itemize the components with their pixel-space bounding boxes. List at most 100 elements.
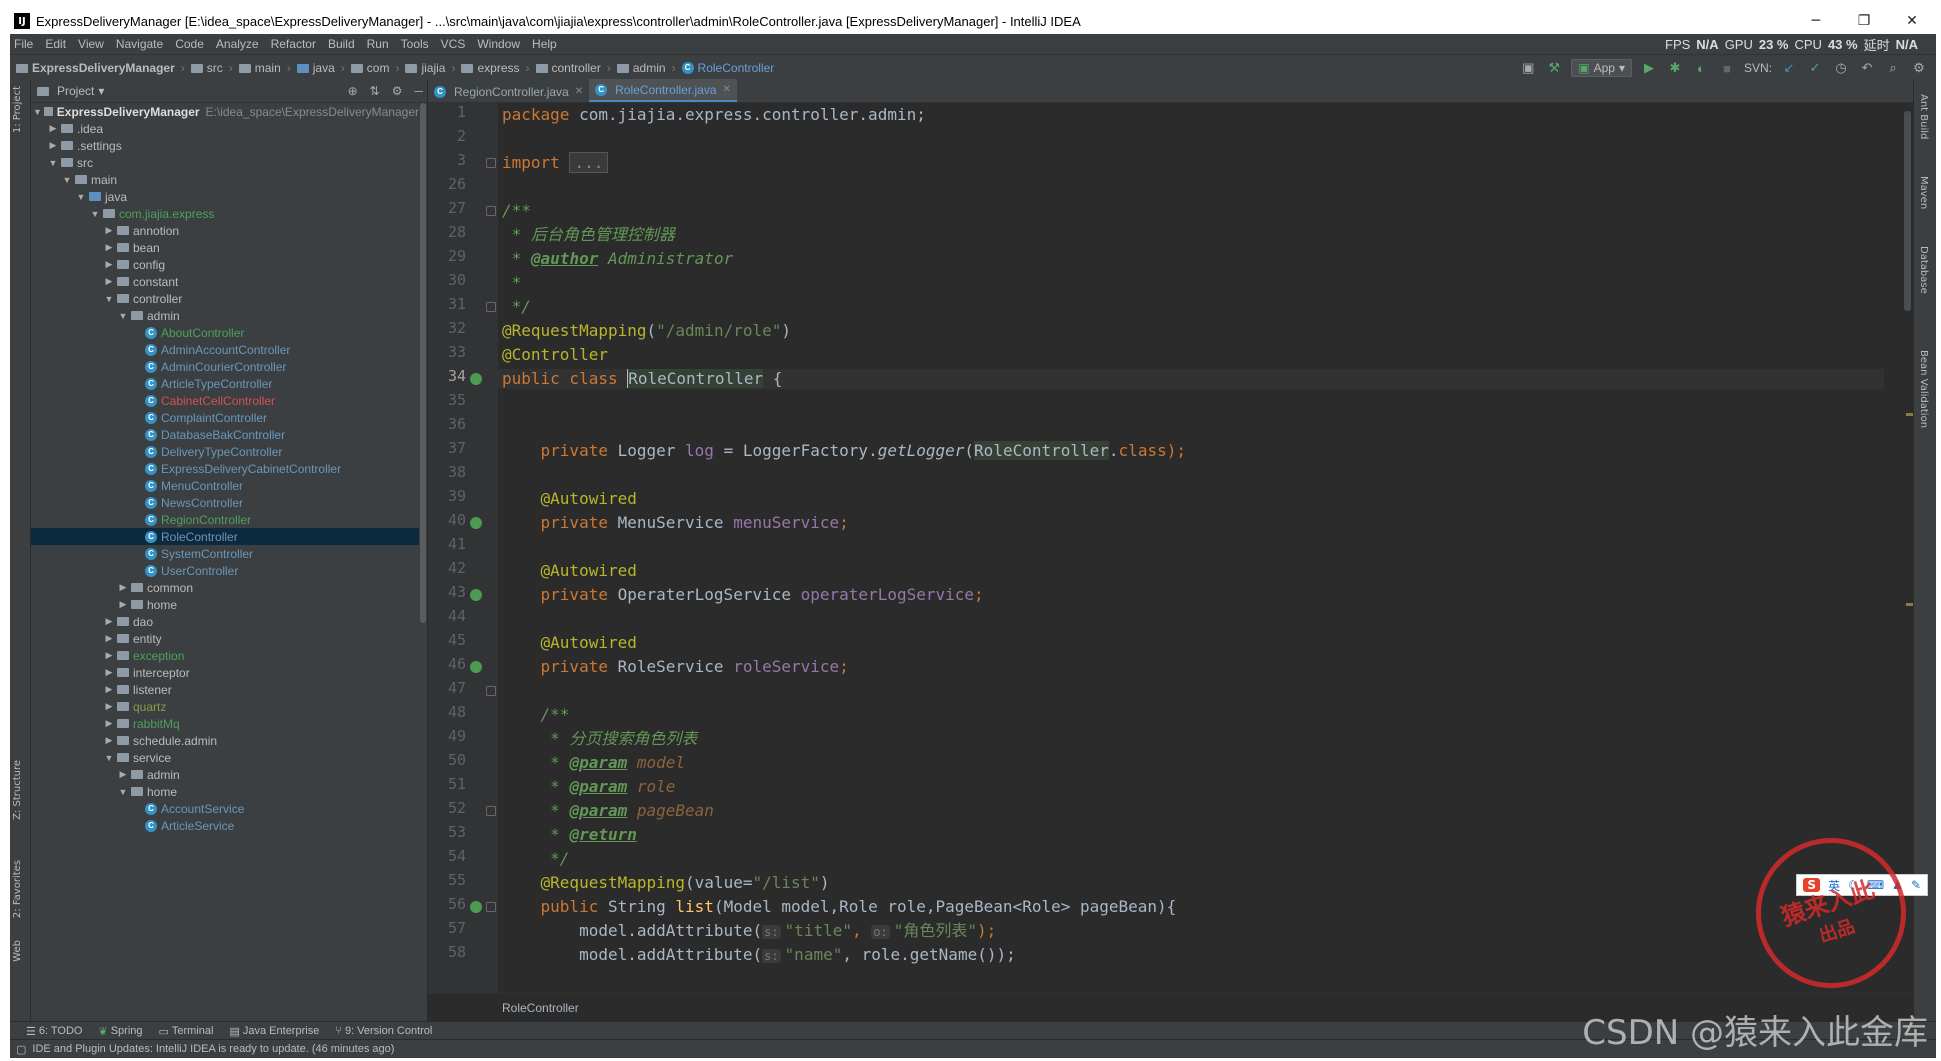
menu-build[interactable]: Build (322, 37, 361, 51)
tree-item[interactable]: C AdminAccountController (31, 341, 419, 358)
spring-bean-icon[interactable] (470, 517, 482, 529)
svn-update-icon[interactable]: ↙ (1780, 59, 1798, 77)
search-icon[interactable]: ⌕ (1884, 59, 1902, 77)
tree-item[interactable]: ▼ java (31, 188, 419, 205)
hide-icon[interactable]: ─ (414, 84, 423, 98)
tree-item[interactable]: C SystemController (31, 545, 419, 562)
revert-icon[interactable]: ↶ (1858, 59, 1876, 77)
breadcrumb-project[interactable]: ExpressDeliveryManager › (16, 61, 185, 75)
tool-tab-terminal[interactable]: ▭ Terminal (159, 1025, 214, 1038)
tool-tab-database[interactable]: Database (1918, 246, 1929, 294)
breadcrumb-com[interactable]: com › (350, 61, 399, 75)
tree-item[interactable]: ▼ ExpressDeliveryManager E:\idea_space\Exp… (31, 103, 419, 120)
collapsed-arrow-icon[interactable]: ▶ (103, 225, 115, 236)
menu-view[interactable]: View (72, 37, 110, 51)
tree-item[interactable]: C AdminCourierController (31, 358, 419, 375)
tree-item[interactable]: ▼ com.jiajia.express (31, 205, 419, 222)
tree-item[interactable]: C ArticleTypeController (31, 375, 419, 392)
fold-marker-icon[interactable] (486, 302, 496, 312)
expanded-arrow-icon[interactable]: ▼ (89, 209, 101, 219)
tool-tab-maven[interactable]: Maven (1918, 176, 1929, 209)
breadcrumb-jiajia[interactable]: jiajia › (405, 61, 455, 75)
fold-marker-icon[interactable] (486, 158, 496, 168)
collapsed-arrow-icon[interactable]: ▶ (103, 718, 115, 729)
status-message[interactable]: IDE and Plugin Updates: IntelliJ IDEA is… (32, 1043, 394, 1055)
project-structure-icon[interactable]: ▣ (1519, 59, 1537, 77)
tree-item[interactable]: ▶ bean (31, 239, 419, 256)
breadcrumb-src[interactable]: src › (190, 61, 233, 75)
tree-item[interactable]: C NewsController (31, 494, 419, 511)
build-hammer-icon[interactable]: ⚒ (1545, 59, 1563, 77)
tool-tab-favorites[interactable]: 2: Favorites (12, 860, 23, 918)
menu-help[interactable]: Help (526, 37, 563, 51)
run-config-select[interactable]: ▣ App ▾ (1571, 59, 1632, 77)
project-view-select[interactable]: Project ▾ (37, 84, 104, 98)
tree-item[interactable]: C ExpressDeliveryCabinetController (31, 460, 419, 477)
fold-marker-icon[interactable] (486, 206, 496, 216)
settings-icon[interactable]: ⚙ (1910, 59, 1928, 77)
tree-item[interactable]: ▶ dao (31, 613, 419, 630)
tool-tab-structure[interactable]: Z: Structure (12, 760, 23, 820)
editor-scroll-thumb[interactable] (1904, 111, 1911, 311)
collapsed-arrow-icon[interactable]: ▶ (103, 616, 115, 627)
tree-item[interactable]: C UserController (31, 562, 419, 579)
spring-bean-icon[interactable] (470, 901, 482, 913)
tree-item[interactable]: ▶ entity (31, 630, 419, 647)
run-icon[interactable]: ▶ (1640, 59, 1658, 77)
tree-item[interactable]: C MenuController (31, 477, 419, 494)
gear-icon[interactable]: ⚙ (392, 84, 403, 98)
breadcrumb-java[interactable]: java › (296, 61, 345, 75)
tree-item[interactable]: ▶ .settings (31, 137, 419, 154)
svn-commit-icon[interactable]: ✓ (1806, 59, 1824, 77)
tree-item[interactable]: ▼ admin (31, 307, 419, 324)
tree-item[interactable]: ▶ listener (31, 681, 419, 698)
tree-item[interactable]: C DatabaseBakController (31, 426, 419, 443)
breadcrumb-controller[interactable]: controller › (535, 61, 611, 75)
tree-item[interactable]: ▶ admin (31, 766, 419, 783)
tree-item[interactable]: C RegionController (31, 511, 419, 528)
tree-item[interactable]: ▶ home (31, 596, 419, 613)
fold-marker-icon[interactable] (486, 686, 496, 696)
close-tab-icon[interactable]: ✕ (723, 84, 731, 95)
expanded-arrow-icon[interactable]: ▼ (61, 175, 73, 185)
tree-item-selected[interactable]: C RoleController (31, 528, 419, 545)
collapsed-arrow-icon[interactable]: ▶ (103, 259, 115, 270)
expanded-arrow-icon[interactable]: ▼ (47, 158, 59, 168)
expanded-arrow-icon[interactable]: ▼ (117, 787, 129, 797)
collapsed-arrow-icon[interactable]: ▶ (117, 769, 129, 780)
collapsed-arrow-icon[interactable]: ▶ (103, 667, 115, 678)
tree-item[interactable]: ▶ schedule.admin (31, 732, 419, 749)
tree-item[interactable]: ▶ interceptor (31, 664, 419, 681)
collapsed-arrow-icon[interactable]: ▶ (103, 650, 115, 661)
menu-run[interactable]: Run (361, 37, 395, 51)
tool-tab-todo[interactable]: ☰ 6: TODO (26, 1025, 82, 1038)
collapsed-arrow-icon[interactable]: ▶ (47, 140, 59, 151)
menu-file[interactable]: File (10, 37, 39, 51)
ime-wrench-icon[interactable]: ✎ (1911, 878, 1921, 892)
tree-item[interactable]: ▶ exception (31, 647, 419, 664)
locate-icon[interactable]: ⊕ (348, 84, 358, 98)
status-icon[interactable]: ▢ (16, 1043, 26, 1056)
tree-item[interactable]: ▶ .idea (31, 120, 419, 137)
expanded-arrow-icon[interactable]: ▼ (103, 294, 115, 304)
tree-item[interactable]: C CabinetCellController (31, 392, 419, 409)
tree-item[interactable]: ▶ common (31, 579, 419, 596)
collapsed-arrow-icon[interactable]: ▶ (103, 633, 115, 644)
tree-item[interactable]: ▼ main (31, 171, 419, 188)
tool-tab-web[interactable]: Web (12, 940, 23, 962)
tree-item[interactable]: C ArticleService (31, 817, 419, 834)
breadcrumb-rolecontroller[interactable]: C RoleController (681, 61, 774, 75)
collapse-all-icon[interactable]: ⇅ (370, 84, 380, 98)
tree-item[interactable]: C ComplaintController (31, 409, 419, 426)
tree-item[interactable]: C AboutController (31, 324, 419, 341)
tool-tab-java-enterprise[interactable]: ▤ Java Enterprise (229, 1025, 319, 1038)
expanded-arrow-icon[interactable]: ▼ (75, 192, 87, 202)
tool-tab-bean-validation[interactable]: Bean Validation (1918, 350, 1929, 428)
spring-bean-icon[interactable] (470, 589, 482, 601)
spring-bean-icon[interactable] (470, 661, 482, 673)
collapsed-arrow-icon[interactable]: ▶ (103, 735, 115, 746)
fold-marker-icon[interactable] (486, 806, 496, 816)
breadcrumb-admin[interactable]: admin › (616, 61, 676, 75)
tree-item[interactable]: C AccountService (31, 800, 419, 817)
collapsed-arrow-icon[interactable]: ▶ (103, 242, 115, 253)
